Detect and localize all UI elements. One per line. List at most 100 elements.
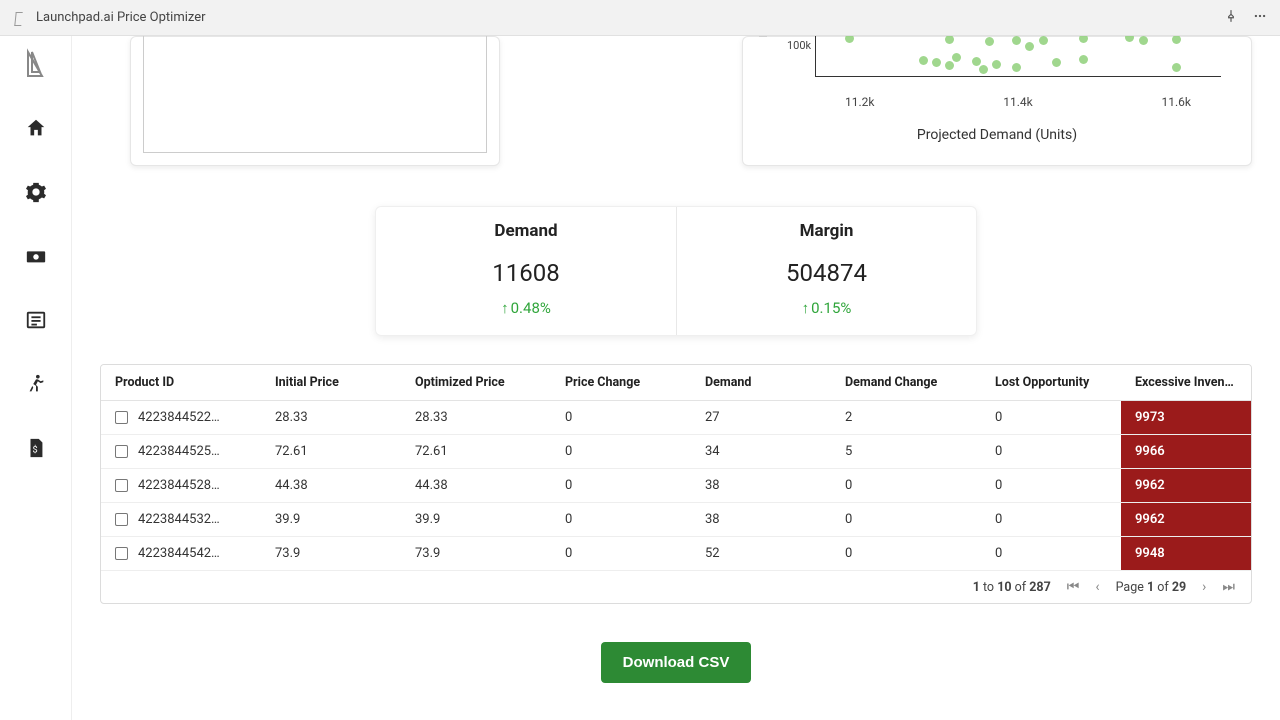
cell-opt: 28.33 — [401, 401, 551, 435]
chart-card-scatter: Proj… 100k 11.2k 11.4k 11.6k Projected D… — [742, 36, 1252, 166]
table-row[interactable]: 4223844532…39.939.9038009962 — [101, 503, 1251, 537]
cell-init: 73.9 — [261, 537, 401, 571]
scatter-point — [972, 57, 981, 66]
col-header[interactable]: Optimized Price — [401, 365, 551, 401]
sidebar-item-invoice[interactable]: $ — [16, 428, 56, 468]
table-row[interactable]: 4223844522…28.3328.33027209973 — [101, 401, 1251, 435]
scatter-point — [1079, 36, 1088, 43]
scatter-point — [985, 37, 994, 46]
x-tick: 11.4k — [1003, 95, 1032, 109]
scatter-point — [1052, 58, 1061, 67]
cell-dchg: 0 — [831, 469, 981, 503]
row-checkbox[interactable] — [115, 513, 128, 526]
cell-lost: 0 — [981, 435, 1121, 469]
scatter-point — [945, 61, 954, 70]
download-csv-button[interactable]: Download CSV — [601, 642, 752, 683]
cell-exinv: 9973 — [1121, 401, 1251, 435]
table-header: Product ID Initial Price Optimized Price… — [101, 365, 1251, 401]
cell-opt: 73.9 — [401, 537, 551, 571]
table-row[interactable]: 4223844528…44.3844.38038009962 — [101, 469, 1251, 503]
cell-dem: 34 — [691, 435, 831, 469]
cell-init: 72.61 — [261, 435, 401, 469]
cell-opt: 72.61 — [401, 435, 551, 469]
cell-init: 28.33 — [261, 401, 401, 435]
cell-pid: 4223844532… — [138, 512, 220, 527]
sidebar-item-list[interactable] — [16, 300, 56, 340]
pager-prev-icon[interactable]: ‹ — [1095, 579, 1099, 595]
pager-next-icon[interactable]: › — [1202, 579, 1206, 595]
data-table: Product ID Initial Price Optimized Price… — [100, 364, 1252, 604]
cell-lost: 0 — [981, 503, 1121, 537]
table-row[interactable]: 4223844525…72.6172.61034509966 — [101, 435, 1251, 469]
metric-delta: ↑ 0.15% — [802, 299, 852, 317]
col-header[interactable]: Initial Price — [261, 365, 401, 401]
arrow-up-icon: ↑ — [501, 299, 509, 317]
col-header[interactable]: Excessive Inven… — [1121, 365, 1251, 401]
scatter-point — [952, 53, 961, 62]
cell-pchg: 0 — [551, 401, 691, 435]
cell-pid: 4223844522… — [138, 410, 220, 425]
col-header[interactable]: Demand — [691, 365, 831, 401]
sidebar-item-billing[interactable] — [16, 236, 56, 276]
scatter-point — [845, 36, 854, 43]
col-header[interactable]: Demand Change — [831, 365, 981, 401]
y-axis-tick: 100k — [787, 39, 811, 52]
col-header[interactable]: Product ID — [101, 365, 261, 401]
cell-dchg: 0 — [831, 537, 981, 571]
row-checkbox[interactable] — [115, 411, 128, 424]
y-axis-label: Proj… — [757, 36, 770, 37]
cell-init: 44.38 — [261, 469, 401, 503]
scatter-point — [919, 56, 928, 65]
cell-pchg: 0 — [551, 435, 691, 469]
sidebar-item-settings[interactable] — [16, 172, 56, 212]
cell-dem: 38 — [691, 469, 831, 503]
metric-title: Margin — [701, 221, 952, 241]
x-axis-ticks: 11.2k 11.4k 11.6k — [815, 95, 1221, 109]
pager-last-icon[interactable]: ⏭ — [1222, 579, 1235, 595]
cell-pid: 4223844528… — [138, 478, 220, 493]
sidebar-item-run[interactable] — [16, 364, 56, 404]
cell-pchg: 0 — [551, 503, 691, 537]
x-tick: 11.2k — [845, 95, 874, 109]
row-checkbox[interactable] — [115, 547, 128, 560]
chart-card-left — [130, 36, 500, 166]
cell-exinv: 9948 — [1121, 537, 1251, 571]
brand-logo-icon — [18, 48, 54, 84]
svg-text:$: $ — [32, 445, 37, 456]
cell-exinv: 9966 — [1121, 435, 1251, 469]
more-icon[interactable] — [1252, 9, 1268, 27]
scatter-plot-area — [815, 36, 1221, 77]
cell-lost: 0 — [981, 537, 1121, 571]
app-logo-icon — [12, 10, 28, 26]
x-tick: 11.6k — [1162, 95, 1191, 109]
cell-init: 39.9 — [261, 503, 401, 537]
cell-dem: 52 — [691, 537, 831, 571]
scatter-point — [945, 36, 954, 44]
main-content: Proj… 100k 11.2k 11.4k 11.6k Projected D… — [72, 36, 1280, 720]
metric-value: 11608 — [400, 259, 652, 287]
cell-lost: 0 — [981, 469, 1121, 503]
cell-lost: 0 — [981, 401, 1121, 435]
col-header[interactable]: Lost Opportunity — [981, 365, 1121, 401]
metric-value: 504874 — [701, 259, 952, 287]
arrow-up-icon: ↑ — [802, 299, 810, 317]
cell-pchg: 0 — [551, 537, 691, 571]
table-row[interactable]: 4223844542…73.973.9052009948 — [101, 537, 1251, 571]
metric-title: Demand — [400, 221, 652, 241]
cell-exinv: 9962 — [1121, 469, 1251, 503]
scatter-point — [1012, 63, 1021, 72]
sidebar-item-home[interactable] — [16, 108, 56, 148]
cell-dchg: 5 — [831, 435, 981, 469]
cell-opt: 44.38 — [401, 469, 551, 503]
cell-dem: 27 — [691, 401, 831, 435]
pager-first-icon[interactable]: ⏮ — [1067, 579, 1080, 595]
row-checkbox[interactable] — [115, 479, 128, 492]
cell-pchg: 0 — [551, 469, 691, 503]
pagination-page: Page 1 of 29 — [1116, 580, 1187, 595]
metric-demand: Demand 11608 ↑ 0.48% — [376, 207, 676, 335]
cell-dchg: 2 — [831, 401, 981, 435]
scatter-point — [992, 60, 1001, 69]
pin-icon[interactable] — [1224, 9, 1238, 27]
col-header[interactable]: Price Change — [551, 365, 691, 401]
row-checkbox[interactable] — [115, 445, 128, 458]
